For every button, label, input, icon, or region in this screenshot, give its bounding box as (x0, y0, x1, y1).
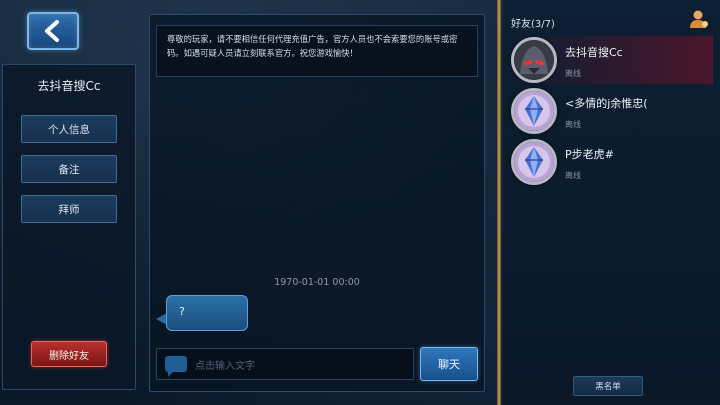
friend-name: P步老虎# (565, 148, 614, 161)
crystal-avatar (511, 88, 557, 134)
friend-status: 离线 (565, 69, 581, 78)
message-timestamp: 1970-01-01 00:00 (274, 277, 360, 288)
panel-divider (497, 0, 501, 405)
chevron-left-icon (45, 20, 59, 42)
friend-list-item[interactable]: 去抖音搜Cc 离线 (509, 36, 713, 84)
note-button[interactable]: 备注 (21, 155, 117, 183)
friends-count-header: 好友(3/7) (511, 19, 555, 30)
friend-list-item[interactable]: <多情的j余惟忠( 离线 (509, 87, 713, 135)
mentor-button[interactable]: 拜师 (21, 195, 117, 223)
speech-bubble-icon (165, 356, 187, 377)
friend-detail-panel: 去抖音搜Cc 个人信息 备注 拜师 删除好友 (2, 64, 136, 390)
friend-status: 离线 (565, 171, 581, 180)
delete-friend-button[interactable]: 删除好友 (31, 341, 107, 367)
chat-send-button[interactable]: 聊天 (420, 347, 478, 381)
friend-status: 离线 (565, 120, 581, 129)
back-button[interactable] (27, 12, 79, 50)
system-notice: 尊敬的玩家，请不要相信任何代理充值广告，官方人员也不会索要您的账号或密码。如遇可… (156, 25, 478, 77)
friend-name: 去抖音搜Cc (37, 79, 101, 93)
chat-panel: 尊敬的玩家，请不要相信任何代理充值广告，官方人员也不会索要您的账号或密码。如遇可… (149, 14, 485, 392)
blacklist-button[interactable]: 黑名单 (573, 376, 643, 396)
friend-name: 去抖音搜Cc (565, 46, 623, 59)
profile-button[interactable]: 个人信息 (21, 115, 117, 143)
friend-list-item[interactable]: P步老虎# 离线 (509, 138, 713, 186)
chat-input-placeholder: 点击输入文字 (195, 360, 255, 372)
chat-message-bubble: ? (166, 295, 248, 331)
friends-list-panel: 好友(3/7) 去抖音搜Cc 离线 <多情的j余惟忠(离线 P步老虎# 离线 … (503, 0, 720, 405)
crystal-avatar (511, 139, 557, 185)
dark-knight-avatar (511, 37, 557, 83)
chat-input[interactable]: 点击输入文字 (156, 348, 414, 380)
friend-name: <多情的j余惟忠( (565, 97, 648, 110)
add-friend-icon[interactable] (689, 9, 709, 29)
